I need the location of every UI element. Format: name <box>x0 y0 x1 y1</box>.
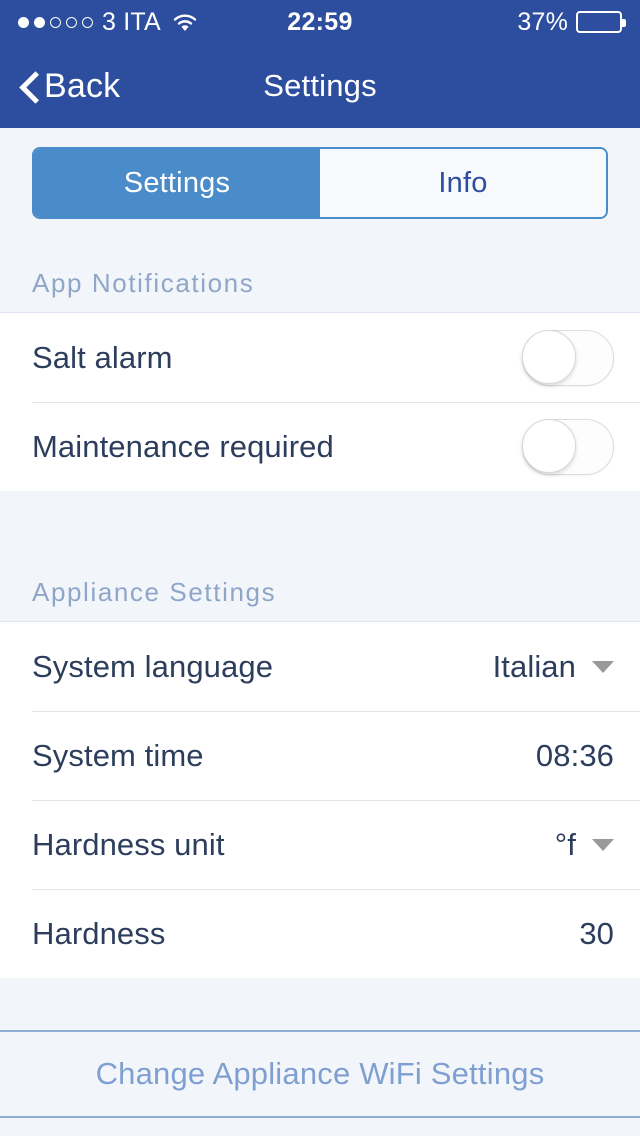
system-time-value: 08:36 <box>535 737 614 773</box>
section-rows-app-notifications: Salt alarm Maintenance required <box>0 313 640 491</box>
section-header-appliance-settings: Appliance Settings <box>0 547 640 622</box>
row-label: Hardness unit <box>32 826 225 862</box>
carrier-label: 3 ITA <box>102 7 161 36</box>
hardness-value: 30 <box>579 915 614 951</box>
row-control <box>522 329 614 386</box>
signal-dot <box>18 16 29 28</box>
signal-strength-icon <box>18 16 93 28</box>
signal-dot <box>34 16 45 28</box>
signal-dot <box>50 16 61 28</box>
page-tail <box>0 1118 640 1132</box>
maintenance-required-toggle[interactable] <box>522 418 614 475</box>
hardness-unit-value: °f <box>554 826 576 862</box>
row-hardness[interactable]: Hardness 30 <box>0 889 640 978</box>
row-system-time[interactable]: System time 08:36 <box>0 711 640 800</box>
nav-bar: Back Settings <box>0 44 640 128</box>
tab-settings[interactable]: Settings <box>34 149 320 217</box>
row-label: Salt alarm <box>32 339 173 375</box>
row-control <box>522 418 614 475</box>
signal-dot <box>82 16 93 28</box>
tab-info[interactable]: Info <box>320 149 606 217</box>
toggle-knob <box>522 329 576 384</box>
row-label: Maintenance required <box>32 428 334 464</box>
row-label: System time <box>32 737 204 773</box>
status-bar-right: 37% <box>517 7 626 37</box>
row-salt-alarm[interactable]: Salt alarm <box>0 313 640 402</box>
section-header-app-notifications: App Notifications <box>0 238 640 313</box>
battery-percent-label: 37% <box>517 7 568 36</box>
back-button-label: Back <box>44 67 121 105</box>
row-label: System language <box>32 648 274 684</box>
section-divider <box>0 491 640 547</box>
row-hardness-unit[interactable]: Hardness unit °f <box>0 800 640 889</box>
row-control: °f <box>555 827 614 863</box>
wifi-icon <box>172 13 198 32</box>
row-system-language[interactable]: System language Italian <box>0 622 640 711</box>
status-bar-left: 3 ITA <box>18 7 198 36</box>
back-button[interactable]: Back <box>20 69 120 103</box>
chevron-down-icon[interactable] <box>592 838 614 851</box>
row-control: 30 <box>579 916 614 952</box>
segmented-control: Settings Info <box>32 147 608 219</box>
tab-bar-container: Settings Info <box>0 128 640 238</box>
system-language-value: Italian <box>492 648 576 684</box>
row-maintenance-required[interactable]: Maintenance required <box>0 402 640 491</box>
row-control: Italian <box>493 649 614 685</box>
row-label: Hardness <box>32 915 166 951</box>
toggle-knob <box>522 418 576 473</box>
salt-alarm-toggle[interactable] <box>522 329 614 386</box>
bottom-spacer <box>0 978 640 1030</box>
change-appliance-wifi-settings-button[interactable]: Change Appliance WiFi Settings <box>0 1030 640 1118</box>
chevron-left-icon <box>20 69 40 103</box>
row-control: 08:36 <box>536 738 614 774</box>
battery-icon <box>576 11 626 33</box>
chevron-down-icon[interactable] <box>592 660 614 673</box>
signal-dot <box>66 16 77 28</box>
section-rows-appliance-settings: System language Italian System time 08:3… <box>0 622 640 978</box>
status-bar: 3 ITA 22:59 37% <box>0 0 640 44</box>
